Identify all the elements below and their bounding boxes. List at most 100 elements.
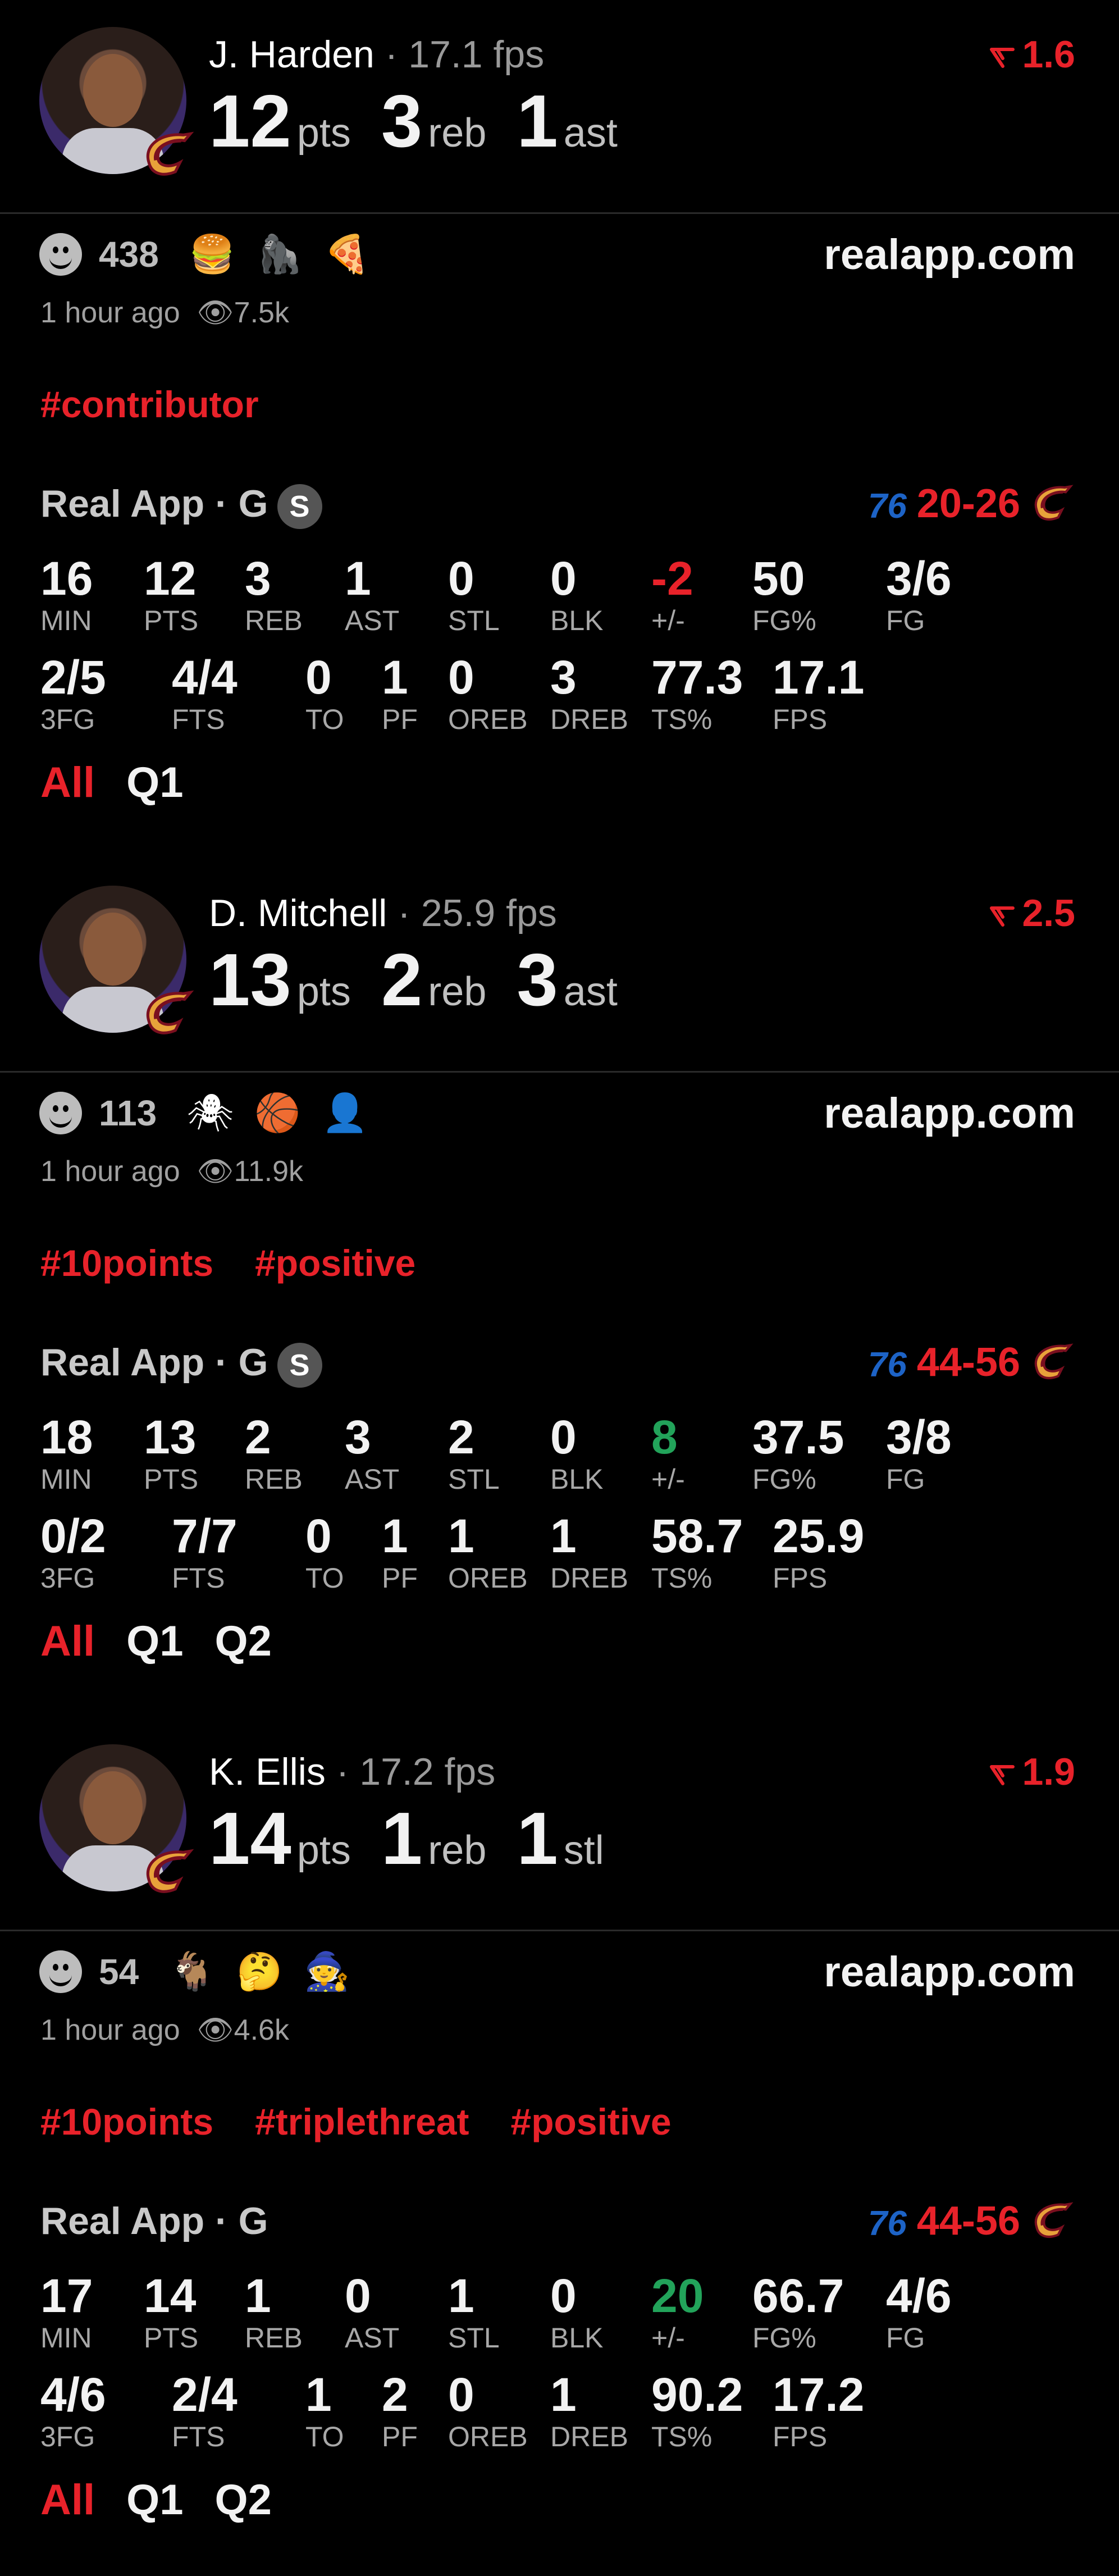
box-stat: 1 REB bbox=[245, 2269, 303, 2353]
site-link[interactable]: realapp.com bbox=[824, 1948, 1075, 1996]
box-stat: 4/4 FTS bbox=[172, 650, 237, 735]
box-stat: -2 +/- bbox=[651, 551, 693, 636]
quarter-tab[interactable]: All bbox=[40, 1617, 95, 1666]
stat-value: 1 bbox=[517, 80, 558, 162]
box-stat-value: 2/4 bbox=[172, 2368, 237, 2421]
reaction-count: 438 bbox=[99, 234, 159, 275]
trend-badge[interactable]: 1.9 bbox=[989, 1750, 1075, 1794]
reaction-emoji[interactable]: 🍔 bbox=[187, 232, 237, 276]
reactions-row[interactable]: 54 🐐 🤔 🧙 bbox=[39, 1946, 352, 1997]
box-stat-value: 13 bbox=[144, 1411, 197, 1463]
view-count: 7.5k bbox=[234, 297, 289, 329]
box-stat: 7/7 FTS bbox=[172, 1509, 237, 1593]
source-label: Real App · G bbox=[40, 482, 268, 525]
box-stat-label: REB bbox=[245, 2322, 303, 2354]
quarter-tab[interactable]: Q1 bbox=[126, 1617, 183, 1666]
site-link[interactable]: realapp.com bbox=[824, 230, 1075, 279]
stat-label: stl bbox=[563, 1828, 604, 1873]
box-stat-value: 0 bbox=[448, 2368, 474, 2421]
box-stat: 25.9 FPS bbox=[773, 1509, 865, 1593]
stat-value: 3 bbox=[517, 938, 558, 1021]
box-stat-value: 2 bbox=[448, 1411, 474, 1463]
hashtag[interactable]: #contributor bbox=[40, 383, 259, 426]
game-score[interactable]: 76 44-56 bbox=[868, 1339, 1075, 1389]
box-stat-value: 1 bbox=[382, 1510, 408, 1562]
box-stat: 1 OREB bbox=[448, 1509, 528, 1593]
quarter-tab[interactable]: Q1 bbox=[126, 2475, 183, 2524]
hashtag[interactable]: #positive bbox=[511, 2100, 672, 2143]
box-stat: 77.3 TS% bbox=[651, 650, 743, 735]
smiley-icon[interactable] bbox=[39, 1092, 82, 1134]
box-stat-value: 50 bbox=[752, 552, 805, 605]
box-stat-value: 16 bbox=[40, 552, 93, 605]
box-stat-label: +/- bbox=[651, 605, 685, 636]
status-badge[interactable]: S bbox=[277, 1343, 322, 1388]
reaction-emoji[interactable]: 🍕 bbox=[322, 232, 372, 276]
hashtag[interactable]: #positive bbox=[255, 1242, 415, 1284]
box-stat-value: 1 bbox=[305, 2368, 332, 2421]
player-name[interactable]: J. Harden bbox=[209, 33, 374, 76]
trend-badge[interactable]: 1.6 bbox=[989, 33, 1075, 76]
hashtag[interactable]: #10points bbox=[40, 2100, 213, 2143]
smiley-icon[interactable] bbox=[39, 1950, 82, 1993]
timestamp: 1 hour ago bbox=[40, 1155, 180, 1188]
sixers-logo-icon: 76 bbox=[867, 1346, 907, 1385]
box-stat: 0 BLK bbox=[550, 1410, 604, 1494]
trend-down-icon bbox=[989, 1750, 1022, 1793]
site-link[interactable]: realapp.com bbox=[824, 1089, 1075, 1138]
player-name[interactable]: D. Mitchell bbox=[209, 892, 387, 934]
box-stat-value: 1 bbox=[382, 651, 408, 704]
player-card[interactable]: D. Mitchell · 25.9 fps 13 pts 2 reb 3 ast 2.5 11… bbox=[0, 859, 1119, 1717]
reaction-emoji[interactable]: 🧙 bbox=[302, 1950, 352, 1994]
smiley-icon[interactable] bbox=[39, 233, 82, 276]
quarter-tab[interactable]: All bbox=[40, 2475, 95, 2524]
reaction-emoji[interactable]: 🦍 bbox=[254, 232, 305, 276]
box-stat-label: DREB bbox=[550, 2421, 628, 2452]
trend-badge[interactable]: 2.5 bbox=[989, 891, 1075, 935]
box-stat-label: TS% bbox=[651, 704, 712, 735]
stat-label: reb bbox=[428, 1828, 487, 1873]
box-stat-value: 3/8 bbox=[886, 1411, 952, 1463]
box-stat-label: MIN bbox=[40, 1463, 92, 1495]
reaction-emoji[interactable]: 👤 bbox=[319, 1091, 370, 1135]
hashtag[interactable]: #10points bbox=[40, 1242, 213, 1284]
box-stat-value: 58.7 bbox=[651, 1510, 743, 1562]
trend-value: 1.9 bbox=[1022, 1750, 1075, 1793]
game-score[interactable]: 76 20-26 bbox=[868, 481, 1075, 531]
player-card[interactable]: K. Ellis · 17.2 fps 14 pts 1 reb 1 stl 1.9 54 🐐 🤔 🧙… bbox=[0, 1717, 1119, 2576]
status-badge[interactable]: S bbox=[277, 484, 322, 530]
quarter-tab[interactable]: Q1 bbox=[126, 758, 183, 807]
box-stat: 37.5 FG% bbox=[752, 1410, 844, 1494]
reaction-emoji[interactable]: 🤔 bbox=[234, 1950, 285, 1994]
quarter-tab[interactable]: All bbox=[40, 758, 95, 807]
player-name-row[interactable]: D. Mitchell · 25.9 fps bbox=[209, 891, 557, 935]
box-stat-label: TS% bbox=[651, 2421, 712, 2452]
player-name-row[interactable]: K. Ellis · 17.2 fps bbox=[209, 1750, 495, 1794]
hashtag[interactable]: #triplethreat bbox=[255, 2100, 469, 2143]
box-stat: 1 PF bbox=[382, 1509, 418, 1593]
box-stat-value: 4/4 bbox=[172, 651, 237, 704]
stat-label: ast bbox=[563, 111, 618, 156]
timestamp: 1 hour ago bbox=[40, 2014, 180, 2046]
quarter-tabs: All Q1 Q2 bbox=[40, 1617, 272, 1666]
tag-list: #10points #positive bbox=[40, 1242, 415, 1284]
quarter-tab[interactable]: Q2 bbox=[215, 1617, 272, 1666]
box-stat-value: 12 bbox=[144, 552, 197, 605]
player-card[interactable]: J. Harden · 17.1 fps 12 pts 3 reb 1 ast 1.6 438 🍔… bbox=[0, 0, 1119, 859]
reaction-emoji[interactable]: 🐐 bbox=[167, 1950, 217, 1994]
eye-icon: 👁 bbox=[197, 297, 234, 329]
box-stat-label: BLK bbox=[550, 2322, 604, 2354]
reaction-emoji[interactable]: 🕷 bbox=[185, 1091, 235, 1135]
reactions-row[interactable]: 113 🕷 🏀 👤 bbox=[39, 1088, 370, 1138]
game-score[interactable]: 76 44-56 bbox=[868, 2198, 1075, 2248]
box-stat-label: FG% bbox=[752, 1463, 816, 1495]
box-stat-label: FTS bbox=[172, 704, 225, 735]
player-name-row[interactable]: J. Harden · 17.1 fps bbox=[209, 33, 544, 76]
reaction-emoji[interactable]: 🏀 bbox=[252, 1091, 303, 1135]
quarter-tab[interactable]: Q2 bbox=[215, 2475, 272, 2524]
player-name[interactable]: K. Ellis bbox=[209, 1750, 326, 1793]
reactions-row[interactable]: 438 🍔 🦍 🍕 bbox=[39, 229, 372, 280]
sixers-logo-icon: 76 bbox=[867, 487, 907, 526]
box-stat-label: TO bbox=[305, 1562, 344, 1594]
box-stat: 0/2 3FG bbox=[40, 1509, 106, 1593]
